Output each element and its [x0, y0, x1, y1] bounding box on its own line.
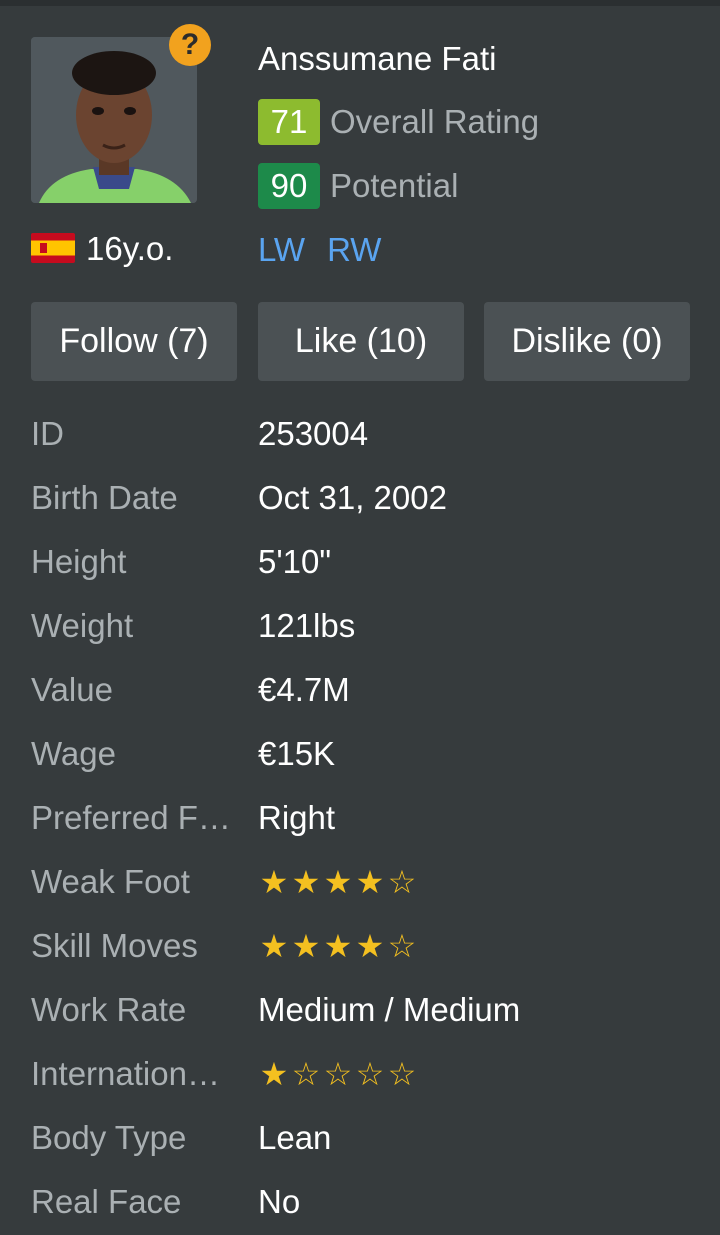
info-row: Value €4.7M: [0, 658, 720, 722]
info-value: 253004: [258, 415, 369, 452]
info-row: Work Rate Medium / Medium: [0, 978, 720, 1042]
star-rating: ★ ★ ★ ★ ☆: [258, 929, 418, 963]
player-name: Anssumane Fati: [258, 40, 497, 77]
info-label: ID: [31, 415, 64, 452]
help-icon[interactable]: ?: [169, 24, 211, 66]
info-row: Weak Foot ★ ★ ★ ★ ☆: [0, 850, 720, 914]
star-empty-icon: ☆: [387, 928, 417, 964]
star-filled-icon: ★: [323, 864, 353, 900]
star-rating: ★ ★ ★ ★ ☆: [258, 865, 418, 899]
star-filled-icon: ★: [355, 864, 385, 900]
overall-rating: 71 Overall Rating: [258, 99, 539, 145]
top-divider: [0, 0, 720, 6]
info-row: Skill Moves ★ ★ ★ ★ ☆: [0, 914, 720, 978]
follow-button[interactable]: Follow (7): [31, 302, 237, 381]
star-empty-icon: ☆: [323, 1056, 353, 1092]
info-row: Real Face No: [0, 1170, 720, 1234]
spain-flag-icon: [31, 233, 75, 263]
info-label: Real Face: [31, 1183, 182, 1220]
info-label: Body Type: [31, 1119, 187, 1156]
star-filled-icon: ★: [259, 1056, 289, 1092]
player-age: 16y.o.: [86, 230, 174, 267]
info-row: Internation… ★ ☆ ☆ ☆ ☆: [0, 1042, 720, 1106]
position-link-lw[interactable]: LW: [258, 229, 305, 271]
info-row: Height 5'10": [0, 530, 720, 594]
star-filled-icon: ★: [259, 928, 289, 964]
potential-rating: 90 Potential: [258, 163, 458, 209]
info-value: €4.7M: [258, 671, 350, 708]
star-filled-icon: ★: [323, 928, 353, 964]
player-photo: [31, 37, 197, 203]
info-row: Body Type Lean: [0, 1106, 720, 1170]
info-label: Skill Moves: [31, 927, 198, 964]
info-label: Wage: [31, 735, 116, 772]
info-row: Wage €15K: [0, 722, 720, 786]
overall-rating-badge: 71: [258, 99, 320, 145]
info-value: No: [258, 1183, 301, 1220]
potential-rating-badge: 90: [258, 163, 320, 209]
info-value: Right: [258, 799, 336, 836]
info-label: Birth Date: [31, 479, 178, 516]
info-label: Internation…: [31, 1055, 220, 1092]
info-label: Preferred F…: [31, 799, 231, 836]
info-label: Value: [31, 671, 113, 708]
info-value: Lean: [258, 1119, 332, 1156]
info-value: Medium / Medium: [258, 991, 521, 1028]
info-label: Weak Foot: [31, 863, 190, 900]
like-button[interactable]: Like (10): [258, 302, 464, 381]
info-row: Birth Date Oct 31, 2002: [0, 466, 720, 530]
star-filled-icon: ★: [291, 928, 321, 964]
position-link-rw[interactable]: RW: [327, 229, 381, 271]
info-row: Weight 121lbs: [0, 594, 720, 658]
positions: LW RW: [258, 229, 381, 271]
star-filled-icon: ★: [355, 928, 385, 964]
star-rating: ★ ☆ ☆ ☆ ☆: [258, 1057, 418, 1091]
info-label: Height: [31, 543, 127, 580]
info-label: Weight: [31, 607, 134, 644]
info-value: €15K: [258, 735, 336, 772]
info-label: Work Rate: [31, 991, 187, 1028]
star-empty-icon: ☆: [291, 1056, 321, 1092]
star-filled-icon: ★: [259, 864, 289, 900]
info-value: 5'10": [258, 543, 332, 580]
star-empty-icon: ☆: [355, 1056, 385, 1092]
dislike-button[interactable]: Dislike (0): [484, 302, 690, 381]
info-value: 121lbs: [258, 607, 356, 644]
info-value: Oct 31, 2002: [258, 479, 447, 516]
overall-rating-label: Overall Rating: [330, 103, 540, 140]
potential-rating-label: Potential: [330, 167, 459, 204]
star-empty-icon: ☆: [387, 1056, 417, 1092]
star-filled-icon: ★: [291, 864, 321, 900]
info-row: Preferred F… Right: [0, 786, 720, 850]
info-row: ID 253004: [0, 402, 720, 466]
star-empty-icon: ☆: [387, 864, 417, 900]
